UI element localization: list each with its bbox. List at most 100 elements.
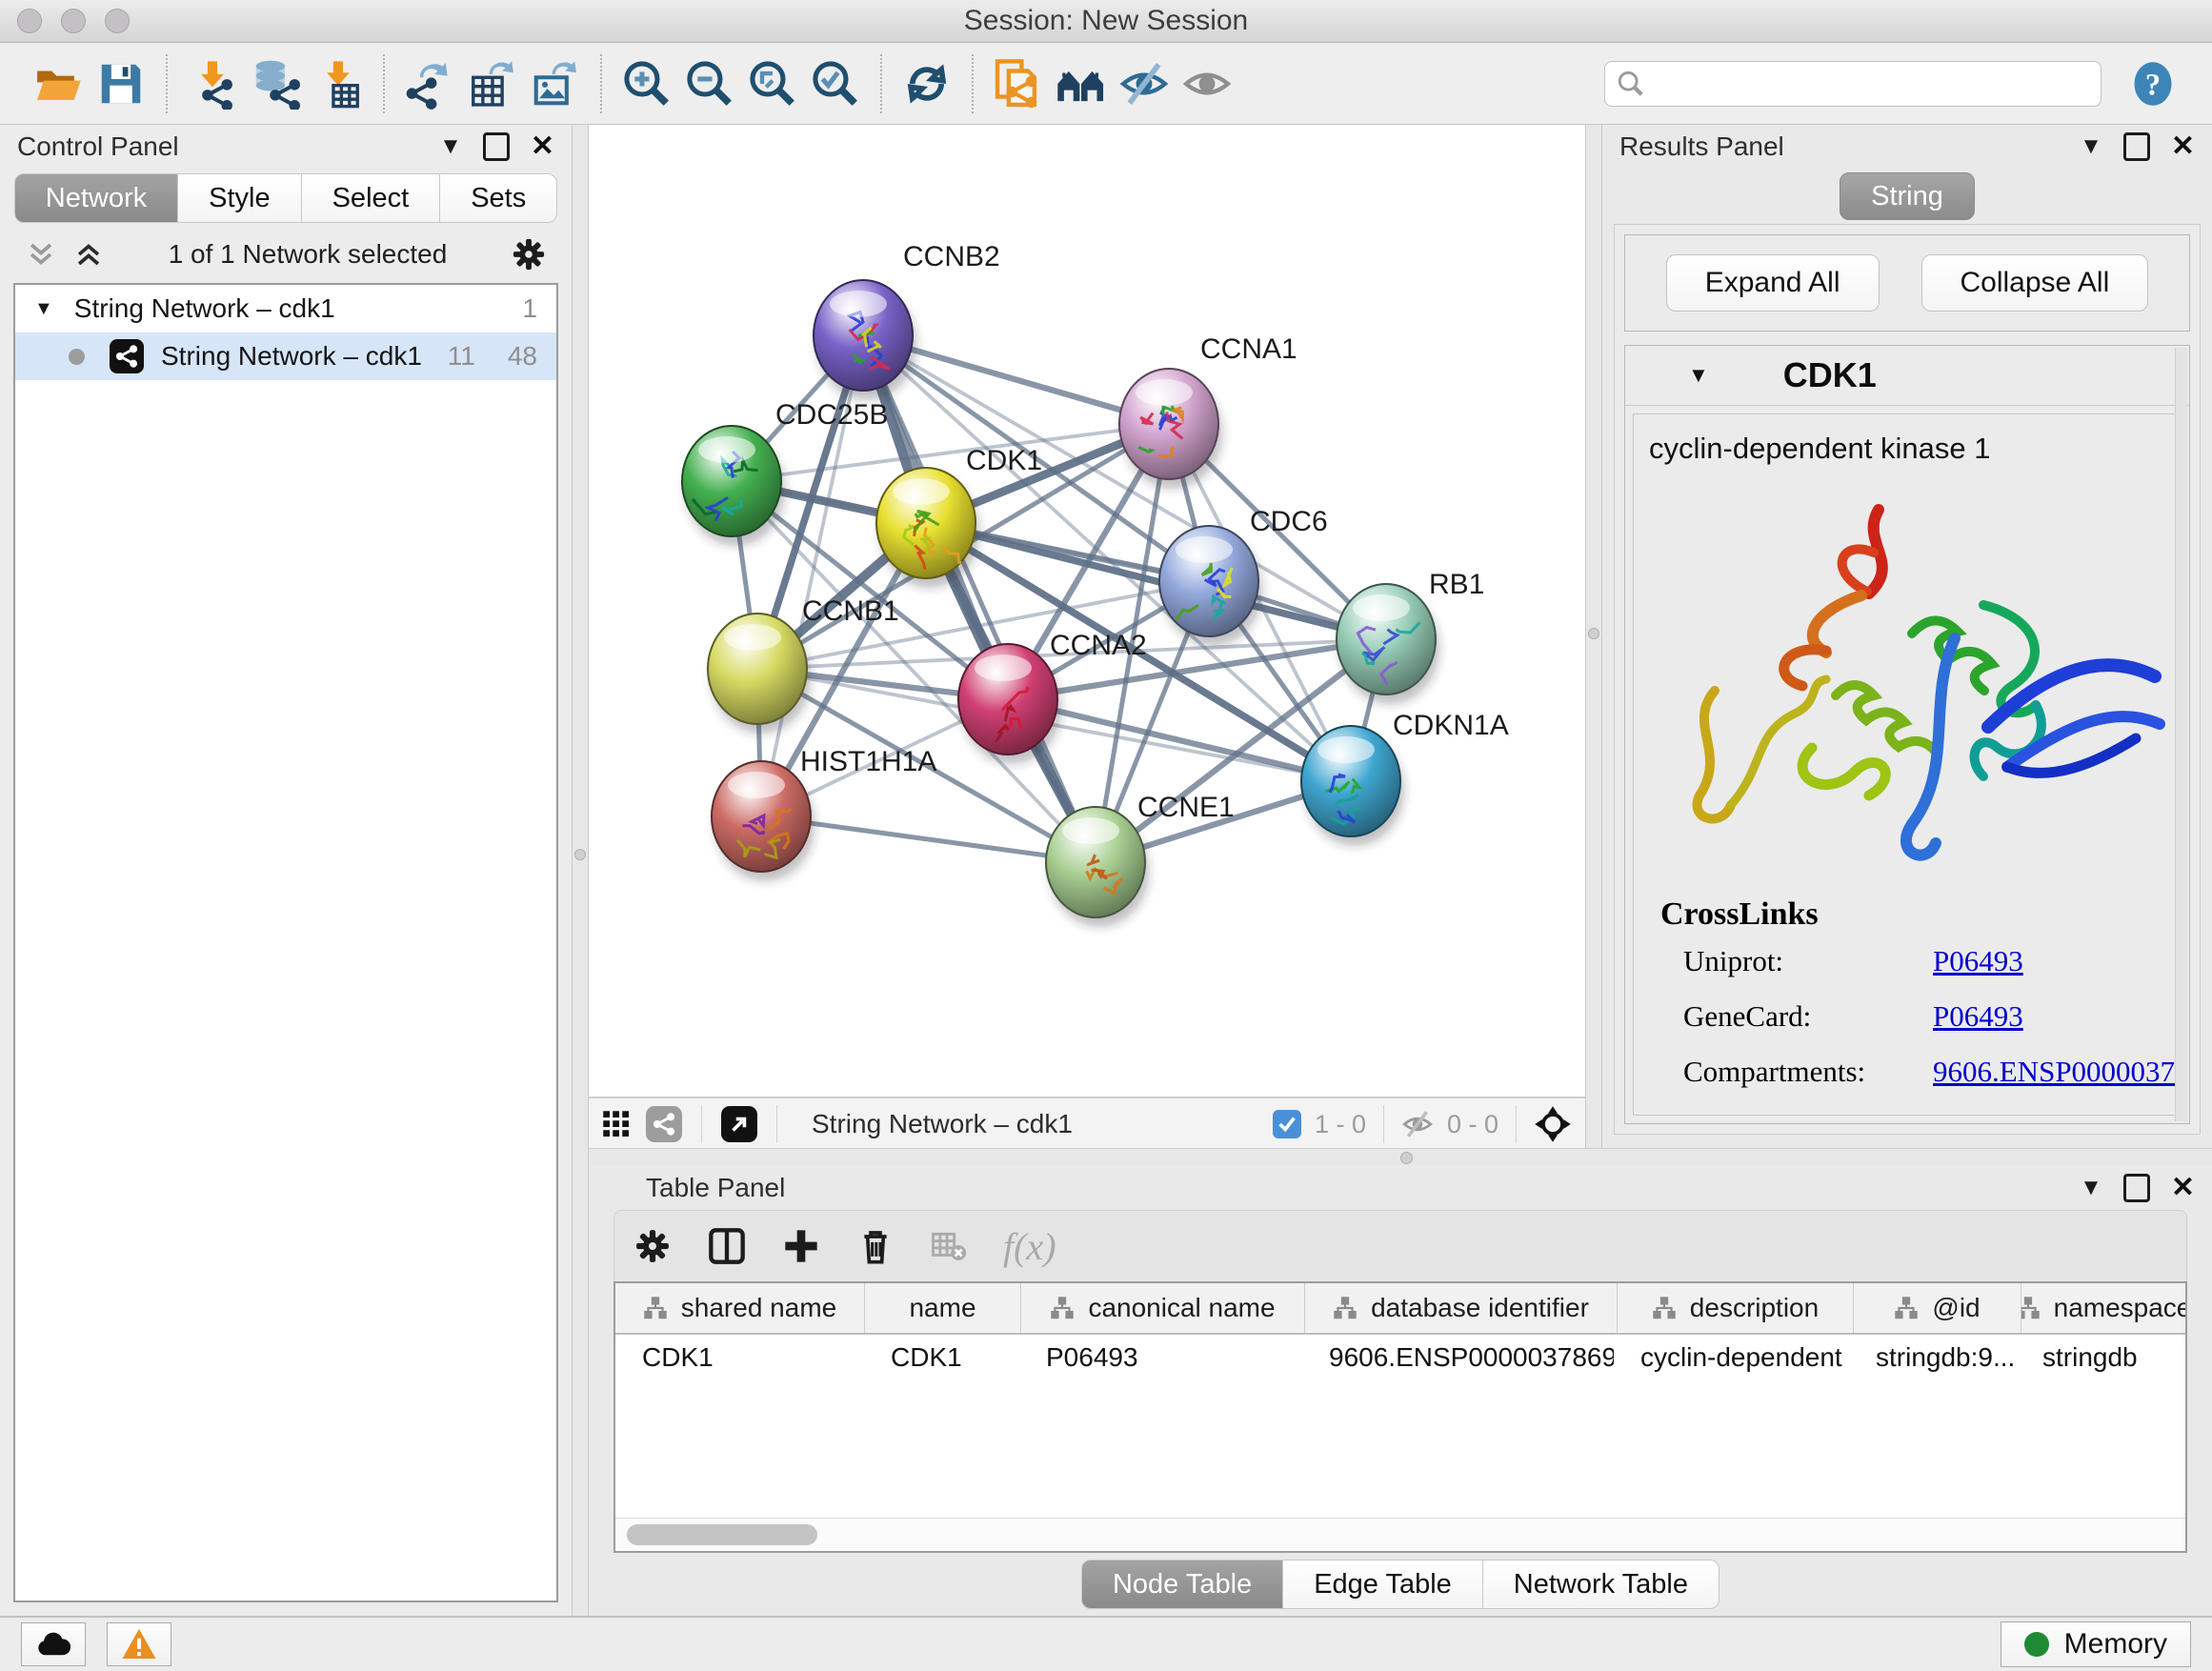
scrollbar-thumb[interactable] bbox=[627, 1524, 817, 1545]
tab-node-table[interactable]: Node Table bbox=[1081, 1560, 1283, 1609]
crosslink-uniprot-link[interactable]: P06493 bbox=[1933, 944, 2023, 978]
network-node-cdkn1a[interactable]: CDKN1A bbox=[1301, 710, 1509, 846]
column-header-shared-name[interactable]: shared name bbox=[615, 1283, 864, 1333]
right-splitter[interactable] bbox=[1585, 125, 1602, 1148]
column-header-database-identifier[interactable]: database identifier bbox=[1304, 1283, 1617, 1333]
gear-icon[interactable] bbox=[511, 236, 547, 272]
close-panel-icon[interactable]: ✕ bbox=[2171, 1174, 2195, 1202]
tab-select[interactable]: Select bbox=[302, 173, 441, 223]
collapse-all-icon[interactable] bbox=[25, 238, 57, 271]
column-header-canonical-name[interactable]: canonical name bbox=[1020, 1283, 1304, 1333]
gear-icon[interactable] bbox=[633, 1227, 672, 1265]
show-columns-icon[interactable] bbox=[708, 1227, 746, 1265]
crosslink-genecard-link[interactable]: P06493 bbox=[1933, 999, 2023, 1034]
import-table-button[interactable] bbox=[307, 53, 370, 114]
save-session-button[interactable] bbox=[90, 53, 152, 114]
selected-checkbox[interactable] bbox=[1273, 1110, 1301, 1138]
memory-button[interactable]: Memory bbox=[2001, 1621, 2191, 1667]
float-panel-icon[interactable] bbox=[2123, 132, 2150, 161]
cloud-status-button[interactable] bbox=[21, 1622, 86, 1666]
splitter-handle[interactable] bbox=[1588, 628, 1599, 639]
cell-canonical-name[interactable]: P06493 bbox=[1019, 1335, 1302, 1380]
hide-selected-button[interactable] bbox=[1113, 53, 1176, 114]
results-scrollbar[interactable] bbox=[2175, 348, 2187, 1121]
help-button[interactable]: ? bbox=[2128, 59, 2178, 109]
export-image-button[interactable] bbox=[524, 53, 587, 114]
search-input[interactable] bbox=[1655, 68, 2089, 99]
column-type-icon bbox=[1050, 1296, 1075, 1320]
table-row[interactable]: CDK1CDK1P064939606.ENSP00000378699cyclin… bbox=[615, 1335, 2185, 1380]
houses-icon bbox=[1055, 58, 1108, 110]
expand-all-icon[interactable] bbox=[72, 238, 105, 271]
network-node-ccna1[interactable]: CCNA1 bbox=[1119, 333, 1297, 489]
column-header-description[interactable]: description bbox=[1617, 1283, 1853, 1333]
zoom-in-button[interactable] bbox=[615, 53, 678, 114]
column-header-namespace[interactable]: namespace bbox=[2021, 1283, 2185, 1333]
panel-menu-icon[interactable]: ▼ bbox=[439, 135, 462, 158]
cell-database-identifier[interactable]: 9606.ENSP00000378699 bbox=[1302, 1335, 1614, 1380]
network-node-ccnb2[interactable]: CCNB2 bbox=[814, 241, 1000, 400]
float-panel-icon[interactable] bbox=[2123, 1174, 2150, 1202]
crosslink-tissues-link[interactable]: 9606.ENSP00000378699 bbox=[1933, 1110, 2182, 1116]
tab-network[interactable]: Network bbox=[14, 173, 178, 223]
open-session-button[interactable] bbox=[27, 53, 90, 114]
export-network-button[interactable] bbox=[398, 53, 461, 114]
grid-view-icon[interactable] bbox=[602, 1110, 631, 1138]
cell-name[interactable]: CDK1 bbox=[864, 1335, 1019, 1380]
network-node-rb1[interactable]: RB1 bbox=[1337, 569, 1484, 704]
tab-edge-table[interactable]: Edge Table bbox=[1283, 1560, 1483, 1609]
zoom-out-button[interactable] bbox=[678, 53, 741, 114]
splitter-handle[interactable] bbox=[1400, 1152, 1413, 1164]
cell--id[interactable]: stringdb:9... bbox=[1849, 1335, 2016, 1380]
zoom-out-icon bbox=[684, 58, 735, 110]
table-horizontal-scrollbar[interactable] bbox=[615, 1518, 2185, 1551]
network-node-hist1h1a[interactable]: HIST1H1A bbox=[712, 746, 936, 881]
collapse-all-button[interactable]: Collapse All bbox=[1921, 254, 2149, 312]
column-header-name[interactable]: name bbox=[864, 1283, 1020, 1333]
zoom-fit-button[interactable] bbox=[741, 53, 804, 114]
network-node-cdc6[interactable]: CDC6 bbox=[1159, 506, 1328, 646]
crosslink-compartments-link[interactable]: 9606.ENSP00000378699 bbox=[1933, 1055, 2182, 1089]
first-neighbors-button[interactable] bbox=[1050, 53, 1113, 114]
tab-string[interactable]: String bbox=[1840, 172, 1975, 220]
network-collection-row[interactable]: ▼ String Network – cdk1 1 bbox=[15, 285, 556, 332]
show-all-button[interactable] bbox=[1176, 53, 1238, 114]
float-panel-icon[interactable] bbox=[483, 132, 510, 161]
network-row[interactable]: String Network – cdk1 11 48 bbox=[15, 332, 556, 380]
splitter-handle[interactable] bbox=[574, 849, 586, 860]
cell-namespace[interactable]: stringdb bbox=[2016, 1335, 2185, 1380]
import-network-button[interactable] bbox=[181, 53, 244, 114]
close-panel-icon[interactable]: ✕ bbox=[531, 132, 554, 161]
warnings-button[interactable] bbox=[107, 1622, 171, 1666]
import-network-from-database-button[interactable] bbox=[244, 53, 307, 114]
panel-menu-icon[interactable]: ▼ bbox=[2080, 135, 2102, 158]
apply-style-button[interactable] bbox=[895, 53, 958, 114]
column-header--id[interactable]: @id bbox=[1853, 1283, 2021, 1333]
toolbar-separator bbox=[972, 54, 974, 113]
export-table-button[interactable] bbox=[461, 53, 524, 114]
selected-count: 1 - 0 bbox=[1315, 1110, 1366, 1139]
network-canvas[interactable]: CCNB2CCNA1CDC25BCDK1CDC6RB1CCNB1CCNA2CDK… bbox=[589, 125, 1585, 1097]
horizontal-splitter[interactable] bbox=[589, 1148, 2212, 1166]
clone-network-button[interactable] bbox=[987, 53, 1050, 114]
add-column-icon[interactable] bbox=[782, 1227, 820, 1265]
zoom-selected-button[interactable] bbox=[804, 53, 867, 114]
left-splitter[interactable] bbox=[572, 125, 589, 1616]
network-view-badge-icon[interactable] bbox=[646, 1106, 682, 1142]
collection-expand-caret[interactable]: ▼ bbox=[34, 298, 53, 320]
tab-style[interactable]: Style bbox=[178, 173, 301, 223]
network-node-ccna2[interactable]: CCNA2 bbox=[958, 630, 1147, 764]
tab-network-table[interactable]: Network Table bbox=[1483, 1560, 1719, 1609]
tab-sets[interactable]: Sets bbox=[440, 173, 557, 223]
panel-menu-icon[interactable]: ▼ bbox=[2080, 1177, 2102, 1199]
expand-all-button[interactable]: Expand All bbox=[1666, 254, 1880, 312]
network-node-ccne1[interactable]: CCNE1 bbox=[1046, 792, 1235, 927]
cell-shared-name[interactable]: CDK1 bbox=[615, 1335, 864, 1380]
search-field[interactable] bbox=[1604, 61, 2101, 107]
entry-collapse-caret[interactable]: ▼ bbox=[1688, 363, 1709, 388]
delete-column-icon[interactable] bbox=[856, 1227, 895, 1265]
fit-selected-crosshair-icon[interactable] bbox=[1534, 1105, 1572, 1143]
birdseye-view-icon[interactable] bbox=[721, 1106, 757, 1142]
close-panel-icon[interactable]: ✕ bbox=[2171, 132, 2195, 161]
cell-description[interactable]: cyclin-dependent ... bbox=[1614, 1335, 1849, 1380]
